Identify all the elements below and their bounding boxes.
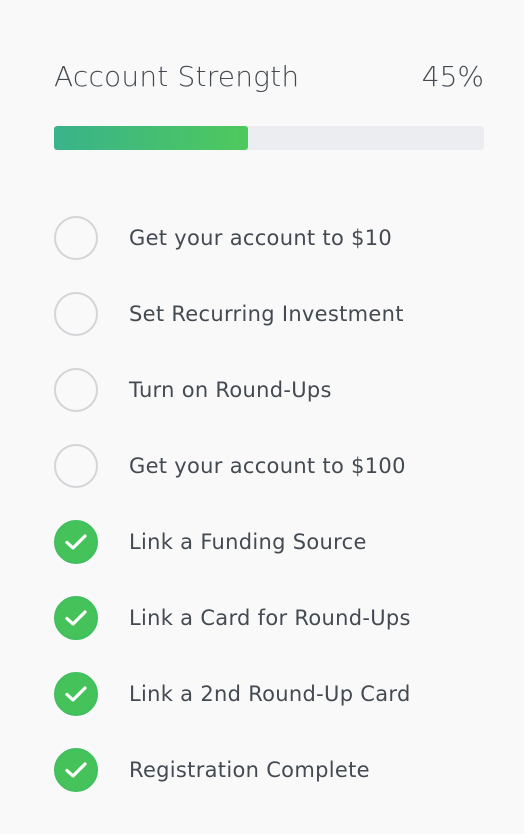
checklist-item-label: Link a Card for Round-Ups	[129, 606, 411, 630]
checklist-item-label: Registration Complete	[129, 758, 370, 782]
account-strength-title: Account Strength	[54, 59, 300, 93]
checklist-item[interactable]: Turn on Round-Ups	[54, 352, 494, 428]
checklist-item-label: Get your account to $10	[129, 226, 393, 250]
checklist-item[interactable]: Get your account to $10	[54, 200, 494, 276]
checklist-item-label: Turn on Round-Ups	[129, 378, 332, 402]
progress-track	[54, 126, 484, 150]
check-circle-icon	[54, 672, 98, 716]
checklist-item[interactable]: Link a Funding Source	[54, 504, 494, 580]
checklist-item[interactable]: Set Recurring Investment	[54, 276, 494, 352]
checklist-item[interactable]: Get your account to $100	[54, 428, 494, 504]
check-circle-icon	[54, 748, 98, 792]
empty-circle-icon	[54, 216, 98, 260]
checklist-item[interactable]: Link a Card for Round-Ups	[54, 580, 494, 656]
empty-circle-icon	[54, 292, 98, 336]
empty-circle-icon	[54, 368, 98, 412]
checklist-item[interactable]: Registration Complete	[54, 732, 494, 808]
account-strength-header: Account Strength 45%	[54, 56, 484, 96]
empty-circle-icon	[54, 444, 98, 488]
checklist-item[interactable]: Link a 2nd Round-Up Card	[54, 656, 494, 732]
check-circle-icon	[54, 596, 98, 640]
checklist-item-label: Get your account to $100	[129, 454, 406, 478]
checklist-item-label: Set Recurring Investment	[129, 302, 404, 326]
account-strength-panel: Account Strength 45% Get your account to…	[0, 0, 524, 814]
check-circle-icon	[54, 520, 98, 564]
checklist-item-label: Link a Funding Source	[129, 530, 367, 554]
progress-fill	[54, 126, 248, 150]
checklist-item-label: Link a 2nd Round-Up Card	[129, 682, 411, 706]
account-strength-percent: 45%	[421, 59, 484, 93]
checklist: Get your account to $10 Set Recurring Inv…	[54, 200, 494, 834]
